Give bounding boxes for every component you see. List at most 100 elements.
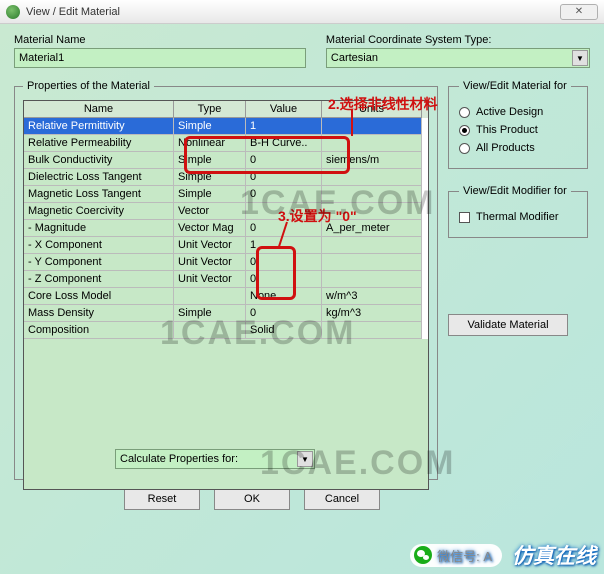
col-value-header: Value bbox=[246, 101, 322, 118]
cell-type[interactable] bbox=[174, 288, 246, 305]
thermal-checkbox[interactable] bbox=[459, 212, 470, 223]
titlebar: View / Edit Material ✕ bbox=[0, 0, 604, 24]
cell-name[interactable]: Magnetic Coercivity bbox=[24, 203, 174, 220]
cell-units[interactable] bbox=[322, 322, 422, 339]
cell-type[interactable]: Unit Vector bbox=[174, 237, 246, 254]
cell-name[interactable]: Mass Density bbox=[24, 305, 174, 322]
cell-units[interactable]: kg/m^3 bbox=[322, 305, 422, 322]
window-title: View / Edit Material bbox=[26, 6, 120, 18]
footer-watermark: 微信号: A 仿真在线 bbox=[410, 540, 596, 570]
cell-units[interactable] bbox=[322, 203, 422, 220]
cancel-button[interactable]: Cancel bbox=[304, 488, 380, 510]
cell-units[interactable] bbox=[322, 271, 422, 288]
properties-grid[interactable]: Name Type Value Units Relative Permittiv… bbox=[23, 100, 429, 490]
cell-value[interactable]: None bbox=[246, 288, 322, 305]
cell-name[interactable]: Core Loss Model bbox=[24, 288, 174, 305]
modifier-legend: View/Edit Modifier for bbox=[459, 185, 571, 197]
thermal-label: Thermal Modifier bbox=[476, 211, 559, 223]
table-row[interactable]: Relative PermittivitySimple1 bbox=[24, 118, 428, 135]
cell-name[interactable]: Composition bbox=[24, 322, 174, 339]
cell-name[interactable]: Magnetic Loss Tangent bbox=[24, 186, 174, 203]
app-icon bbox=[6, 5, 20, 19]
radio-option[interactable] bbox=[459, 143, 470, 154]
radio-label: Active Design bbox=[476, 106, 543, 118]
table-row[interactable]: Relative PermeabilityNonlinearB-H Curve.… bbox=[24, 135, 428, 152]
cell-value[interactable]: 0 bbox=[246, 152, 322, 169]
col-name-header: Name bbox=[24, 101, 174, 118]
cell-name[interactable]: - X Component bbox=[24, 237, 174, 254]
cell-units[interactable]: siemens/m bbox=[322, 152, 422, 169]
reset-button[interactable]: Reset bbox=[124, 488, 200, 510]
calc-properties-select[interactable] bbox=[115, 449, 315, 469]
cell-name[interactable]: - Magnitude bbox=[24, 220, 174, 237]
cell-units[interactable] bbox=[322, 118, 422, 135]
view-for-legend: View/Edit Material for bbox=[459, 80, 571, 92]
cell-name[interactable]: - Y Component bbox=[24, 254, 174, 271]
cell-value[interactable]: 0 bbox=[246, 271, 322, 288]
table-row[interactable]: - X ComponentUnit Vector1 bbox=[24, 237, 428, 254]
cell-value[interactable]: Solid bbox=[246, 322, 322, 339]
cell-name[interactable]: Bulk Conductivity bbox=[24, 152, 174, 169]
radio-option[interactable] bbox=[459, 107, 470, 118]
cell-units[interactable] bbox=[322, 169, 422, 186]
modifier-fieldset: View/Edit Modifier for Thermal Modifier bbox=[448, 185, 588, 238]
validate-button[interactable]: Validate Material bbox=[448, 314, 568, 336]
dropdown-arrow-icon[interactable]: ▼ bbox=[297, 451, 313, 467]
properties-fieldset: Properties of the Material Name Type Val… bbox=[14, 80, 438, 480]
cell-type[interactable]: Vector bbox=[174, 203, 246, 220]
cell-type[interactable]: Vector Mag bbox=[174, 220, 246, 237]
radio-option[interactable] bbox=[459, 125, 470, 136]
cell-units[interactable] bbox=[322, 254, 422, 271]
cell-units[interactable] bbox=[322, 237, 422, 254]
cell-type[interactable] bbox=[174, 322, 246, 339]
table-row[interactable]: Composition Solid bbox=[24, 322, 428, 339]
cell-name[interactable]: - Z Component bbox=[24, 271, 174, 288]
cell-type[interactable]: Unit Vector bbox=[174, 271, 246, 288]
table-row[interactable]: Bulk ConductivitySimple0siemens/m bbox=[24, 152, 428, 169]
cell-value[interactable]: 0 bbox=[246, 220, 322, 237]
coord-type-select[interactable] bbox=[326, 48, 590, 68]
table-row[interactable]: Dielectric Loss TangentSimple0 bbox=[24, 169, 428, 186]
wechat-badge: 微信号: A bbox=[410, 544, 502, 567]
table-row[interactable]: Magnetic CoercivityVector bbox=[24, 203, 428, 220]
dropdown-arrow-icon[interactable]: ▼ bbox=[572, 50, 588, 66]
cell-name[interactable]: Dielectric Loss Tangent bbox=[24, 169, 174, 186]
cell-value[interactable]: 0 bbox=[246, 305, 322, 322]
cell-value[interactable]: 1 bbox=[246, 237, 322, 254]
table-row[interactable]: - Z ComponentUnit Vector0 bbox=[24, 271, 428, 288]
table-row[interactable]: - Y ComponentUnit Vector0 bbox=[24, 254, 428, 271]
cell-type[interactable]: Simple bbox=[174, 186, 246, 203]
cell-name[interactable]: Relative Permeability bbox=[24, 135, 174, 152]
properties-legend: Properties of the Material bbox=[23, 80, 154, 92]
table-row[interactable]: Magnetic Loss TangentSimple0 bbox=[24, 186, 428, 203]
cell-value[interactable]: 1 bbox=[246, 118, 322, 135]
cell-value[interactable]: 0 bbox=[246, 186, 322, 203]
cell-value[interactable]: 0 bbox=[246, 169, 322, 186]
ok-button[interactable]: OK bbox=[214, 488, 290, 510]
table-row[interactable]: - MagnitudeVector Mag0A_per_meter bbox=[24, 220, 428, 237]
col-type-header: Type bbox=[174, 101, 246, 118]
table-row[interactable]: Core Loss Model Nonew/m^3 bbox=[24, 288, 428, 305]
close-button[interactable]: ✕ bbox=[560, 4, 598, 20]
cell-value[interactable] bbox=[246, 203, 322, 220]
cell-units[interactable] bbox=[322, 186, 422, 203]
table-row[interactable]: Mass DensitySimple0kg/m^3 bbox=[24, 305, 428, 322]
cell-type[interactable]: Simple bbox=[174, 169, 246, 186]
material-name-input[interactable] bbox=[14, 48, 306, 68]
brand-text: 仿真在线 bbox=[512, 540, 596, 570]
view-for-fieldset: View/Edit Material for Active DesignThis… bbox=[448, 80, 588, 169]
cell-type[interactable]: Unit Vector bbox=[174, 254, 246, 271]
cell-name[interactable]: Relative Permittivity bbox=[24, 118, 174, 135]
cell-value[interactable]: B-H Curve.. bbox=[246, 135, 322, 152]
cell-type[interactable]: Simple bbox=[174, 118, 246, 135]
cell-type[interactable]: Simple bbox=[174, 305, 246, 322]
cell-type[interactable]: Simple bbox=[174, 152, 246, 169]
wechat-text: 微信号: A bbox=[437, 546, 492, 565]
cell-units[interactable]: w/m^3 bbox=[322, 288, 422, 305]
cell-units[interactable] bbox=[322, 135, 422, 152]
cell-type[interactable]: Nonlinear bbox=[174, 135, 246, 152]
cell-units[interactable]: A_per_meter bbox=[322, 220, 422, 237]
coord-type-label: Material Coordinate System Type: bbox=[326, 34, 590, 46]
grid-header: Name Type Value Units bbox=[24, 101, 428, 118]
cell-value[interactable]: 0 bbox=[246, 254, 322, 271]
